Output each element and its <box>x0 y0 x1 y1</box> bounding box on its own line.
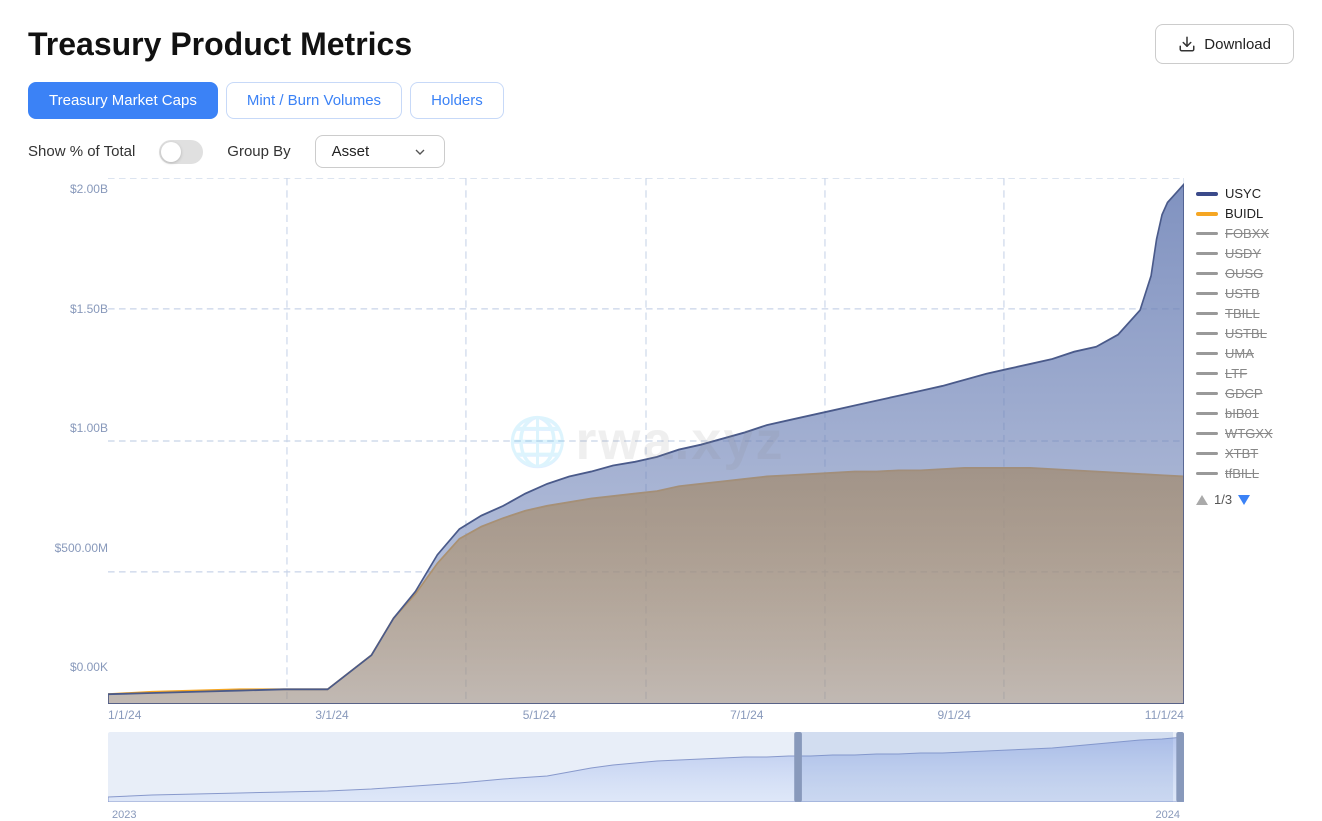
x-label-3: 5/1/24 <box>523 708 556 722</box>
mini-chart-row: 2023 2024 <box>28 732 1184 802</box>
tab-treasury-market-caps[interactable]: Treasury Market Caps <box>28 82 218 119</box>
legend-item-bib01[interactable]: bIB01 <box>1196 406 1294 421</box>
show-pct-toggle[interactable] <box>159 140 203 164</box>
mini-chart-svg[interactable]: 2023 2024 <box>108 732 1184 802</box>
y-label-3: $1.00B <box>28 421 108 435</box>
group-by-select[interactable]: Asset <box>315 135 445 168</box>
page-title: Treasury Product Metrics <box>28 26 412 63</box>
download-label: Download <box>1204 36 1271 53</box>
legend-item-buidl[interactable]: BUIDL <box>1196 206 1294 221</box>
legend-color-buidl <box>1196 212 1218 216</box>
mini-chart <box>108 732 1184 802</box>
legend-item-usdy[interactable]: USDY <box>1196 246 1294 261</box>
legend-item-gdcp[interactable]: GDCP <box>1196 386 1294 401</box>
legend-color-ustbl <box>1196 332 1218 335</box>
y-label-2: $1.50B <box>28 302 108 316</box>
legend-items: USYC BUIDL FOBXX USDY OUSG USTB TBILL USTBL UMA L… <box>1196 186 1294 486</box>
legend-label-tbill: TBILL <box>1225 306 1260 321</box>
group-by-label: Group By <box>227 143 290 160</box>
legend-label-fobxx: FOBXX <box>1225 226 1269 241</box>
legend-color-tbill <box>1196 312 1218 315</box>
x-label-5: 9/1/24 <box>937 708 970 722</box>
legend-section: USYC BUIDL FOBXX USDY OUSG USTB TBILL USTBL UMA L… <box>1184 178 1294 802</box>
legend-color-tfbill <box>1196 472 1218 475</box>
legend-label-ustbl: USTBL <box>1225 326 1267 341</box>
legend-color-usdy <box>1196 252 1218 255</box>
legend-color-xtbt <box>1196 452 1218 455</box>
legend-color-ltf <box>1196 372 1218 375</box>
tab-mint-burn-volumes[interactable]: Mint / Burn Volumes <box>226 82 402 119</box>
legend-label-gdcp: GDCP <box>1225 386 1263 401</box>
x-axis: 1/1/24 3/1/24 5/1/24 7/1/24 9/1/24 11/1/… <box>108 708 1184 722</box>
main-chart-section: $2.00B $1.50B $1.00B $500.00M $0.00K 🌐 r… <box>28 178 1184 802</box>
legend-label-ousg: OUSG <box>1225 266 1263 281</box>
y-axis: $2.00B $1.50B $1.00B $500.00M $0.00K <box>28 178 108 704</box>
legend-label-buidl: BUIDL <box>1225 206 1263 221</box>
legend-item-fobxx[interactable]: FOBXX <box>1196 226 1294 241</box>
legend-prev-button[interactable] <box>1196 495 1208 505</box>
legend-label-uma: UMA <box>1225 346 1254 361</box>
group-by-value: Asset <box>332 143 370 160</box>
legend-item-ustbl[interactable]: USTBL <box>1196 326 1294 341</box>
tab-holders[interactable]: Holders <box>410 82 504 119</box>
download-button[interactable]: Download <box>1155 24 1294 64</box>
legend-color-ousg <box>1196 272 1218 275</box>
y-label-1: $2.00B <box>28 182 108 196</box>
x-label-4: 7/1/24 <box>730 708 763 722</box>
x-label-6: 11/1/24 <box>1145 708 1184 722</box>
tab-bar: Treasury Market Caps Mint / Burn Volumes… <box>28 82 1294 119</box>
toggle-knob <box>161 142 181 162</box>
legend-label-tfbill: tfBILL <box>1225 466 1259 481</box>
legend-label-usdy: USDY <box>1225 246 1261 261</box>
legend-color-wtgxx <box>1196 432 1218 435</box>
legend-label-ustb: USTB <box>1225 286 1260 301</box>
legend-label-bib01: bIB01 <box>1225 406 1259 421</box>
legend-label-ltf: LTF <box>1225 366 1247 381</box>
y-label-4: $500.00M <box>28 541 108 555</box>
legend-color-usyc <box>1196 192 1218 196</box>
legend-item-tfbill[interactable]: tfBILL <box>1196 466 1294 481</box>
area-chart <box>108 178 1184 704</box>
legend-color-gdcp <box>1196 392 1218 395</box>
legend-item-wtgxx[interactable]: WTGXX <box>1196 426 1294 441</box>
legend-page: 1/3 <box>1214 492 1232 507</box>
legend-item-ousg[interactable]: OUSG <box>1196 266 1294 281</box>
legend-item-tbill[interactable]: TBILL <box>1196 306 1294 321</box>
legend-item-usyc[interactable]: USYC <box>1196 186 1294 201</box>
x-label-2: 3/1/24 <box>315 708 348 722</box>
y-label-5: $0.00K <box>28 660 108 674</box>
legend-label-xtbt: XTBT <box>1225 446 1258 461</box>
chart-with-yaxis: $2.00B $1.50B $1.00B $500.00M $0.00K 🌐 r… <box>28 178 1184 704</box>
mini-x-label-2023: 2023 <box>112 809 136 821</box>
chart-area: $2.00B $1.50B $1.00B $500.00M $0.00K 🌐 r… <box>28 178 1294 802</box>
controls-row: Show % of Total Group By Asset <box>28 135 1294 168</box>
legend-color-uma <box>1196 352 1218 355</box>
download-icon <box>1178 35 1196 53</box>
legend-item-xtbt[interactable]: XTBT <box>1196 446 1294 461</box>
legend-item-ltf[interactable]: LTF <box>1196 366 1294 381</box>
legend-color-bib01 <box>1196 412 1218 415</box>
legend-label-wtgxx: WTGXX <box>1225 426 1273 441</box>
legend-color-fobxx <box>1196 232 1218 235</box>
mini-x-label-2024: 2024 <box>1156 809 1180 821</box>
legend-label-usyc: USYC <box>1225 186 1261 201</box>
show-pct-label: Show % of Total <box>28 143 135 160</box>
main-chart-svg-wrap: 🌐 rwa.xyz <box>108 178 1184 704</box>
legend-color-ustb <box>1196 292 1218 295</box>
legend-next-button[interactable] <box>1238 495 1250 505</box>
legend-item-uma[interactable]: UMA <box>1196 346 1294 361</box>
x-label-1: 1/1/24 <box>108 708 141 722</box>
legend-pagination: 1/3 <box>1196 492 1294 507</box>
chevron-down-icon <box>412 144 428 160</box>
legend-item-ustb[interactable]: USTB <box>1196 286 1294 301</box>
